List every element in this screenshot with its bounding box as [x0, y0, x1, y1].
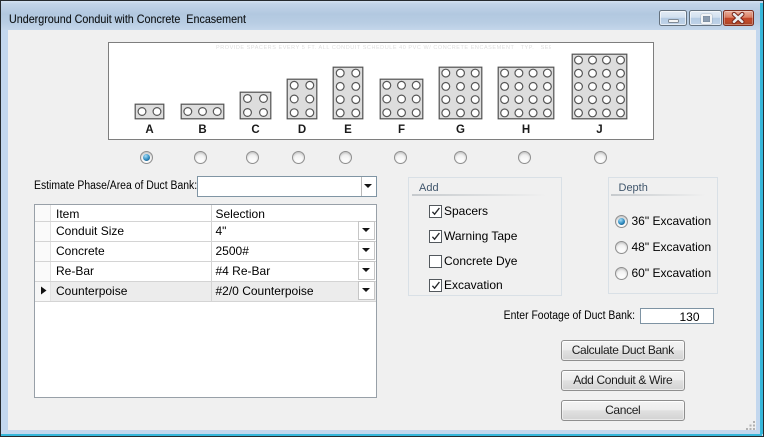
svg-text:C: C — [251, 124, 259, 136]
svg-text:B: B — [198, 124, 206, 136]
svg-text:J: J — [596, 124, 602, 136]
svg-text:D: D — [297, 124, 305, 136]
svg-text:E: E — [344, 124, 352, 136]
svg-text:G: G — [456, 124, 465, 136]
svg-text:F: F — [397, 124, 404, 136]
svg-text:A: A — [145, 124, 153, 136]
svg-text:H: H — [521, 124, 529, 136]
